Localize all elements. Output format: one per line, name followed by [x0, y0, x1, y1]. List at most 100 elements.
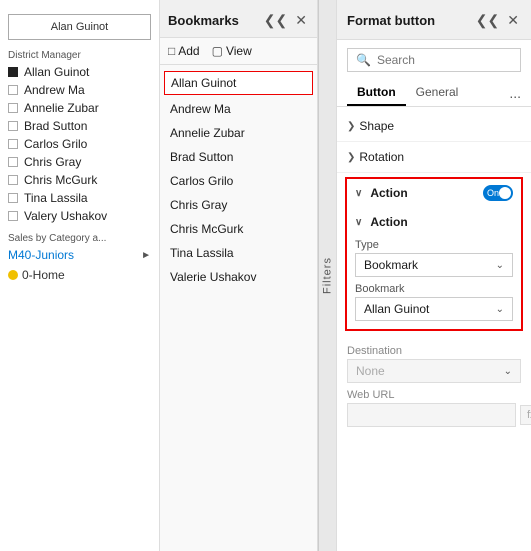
filters-sidebar[interactable]: Filters: [318, 0, 336, 551]
action-section-label: Action: [370, 186, 407, 200]
fx-button: fx: [520, 405, 531, 425]
district-name: Carlos Grilo: [24, 137, 87, 151]
bookmark-item-active[interactable]: Allan Guinot: [164, 71, 313, 95]
district-name: Brad Sutton: [24, 119, 87, 133]
district-checkbox[interactable]: [8, 193, 18, 203]
district-item-2[interactable]: Andrew Ma: [0, 81, 159, 99]
district-dot: [8, 67, 18, 77]
format-header-right: ❮❮ ✕: [474, 10, 521, 31]
format-title: Format button: [347, 13, 435, 28]
toggle-dot: [499, 187, 511, 199]
m40-row[interactable]: M40-Juniors ►: [0, 246, 159, 264]
tab-general[interactable]: General: [406, 80, 469, 106]
view-bookmark-button[interactable]: ▢ View: [212, 44, 252, 58]
district-name: Andrew Ma: [24, 83, 85, 97]
bookmarks-toolbar: □ Add ▢ View: [160, 38, 317, 65]
filter-box[interactable]: Alan Guinot: [8, 14, 151, 40]
district-checkbox[interactable]: [8, 157, 18, 167]
district-checkbox[interactable]: [8, 175, 18, 185]
district-name: Chris Gray: [24, 155, 81, 169]
view-label: View: [226, 44, 252, 58]
district-checkbox[interactable]: [8, 85, 18, 95]
destination-dropdown: None ⌄: [347, 359, 521, 383]
district-checkbox[interactable]: [8, 139, 18, 149]
bookmarks-header-right: ❮❮ ✕: [262, 10, 309, 31]
chevron-right-icon: ❯: [347, 121, 355, 132]
action-sub-header[interactable]: ∨ Action: [355, 211, 513, 233]
bookmark-field-label: Bookmark: [355, 283, 513, 295]
district-checkbox[interactable]: [8, 103, 18, 113]
destination-value: None: [356, 364, 385, 378]
chevron-down-icon: ⌄: [496, 304, 504, 315]
shape-label: Shape: [359, 119, 394, 133]
bookmark-item[interactable]: Chris Gray: [160, 193, 317, 217]
sales-label: Sales by Category a...: [0, 225, 159, 246]
district-item-6[interactable]: Chris Gray: [0, 153, 159, 171]
district-label: District Manager: [0, 46, 159, 63]
bookmark-dropdown[interactable]: Allan Guinot ⌄: [355, 297, 513, 321]
sections-list: ❯ Shape ❯ Rotation ∨ Action On ∨: [337, 107, 531, 551]
tab-button[interactable]: Button: [347, 80, 406, 106]
action-sub-label: Action: [370, 215, 407, 229]
weburl-row: fx: [347, 403, 521, 427]
bookmark-item[interactable]: Annelie Zubar: [160, 121, 317, 145]
rotation-label: Rotation: [359, 150, 404, 164]
district-item-1[interactable]: Allan Guinot: [0, 63, 159, 81]
m40-label: M40-Juniors: [8, 248, 74, 262]
toggle-on-label: On: [487, 188, 499, 198]
type-field-label: Type: [355, 239, 513, 251]
action-body: ∨ Action Type Bookmark ⌄ Bookmark Allan …: [347, 207, 521, 329]
destination-section: Destination None ⌄ Web URL fx: [337, 335, 531, 431]
district-name: Valery Ushakov: [24, 209, 107, 223]
district-name: Chris McGurk: [24, 173, 97, 187]
bookmark-item[interactable]: Valerie Ushakov: [160, 265, 317, 289]
bookmark-item[interactable]: Chris McGurk: [160, 217, 317, 241]
home-row[interactable]: 0-Home: [0, 264, 159, 286]
close-icon[interactable]: ✕: [293, 10, 309, 31]
action-toggle[interactable]: On: [483, 185, 513, 201]
chevron-left-icon[interactable]: ❮❮: [262, 10, 289, 31]
add-label: Add: [178, 44, 199, 58]
action-header-left: ∨ Action: [355, 186, 408, 200]
bookmark-item[interactable]: Tina Lassila: [160, 241, 317, 265]
tab-more-button[interactable]: ...: [509, 85, 521, 101]
chevron-down-icon: ∨: [355, 217, 362, 228]
home-dot: [8, 270, 18, 280]
shape-section[interactable]: ❯ Shape: [337, 111, 531, 142]
district-checkbox[interactable]: [8, 121, 18, 131]
bookmark-item[interactable]: Carlos Grilo: [160, 169, 317, 193]
search-box[interactable]: 🔍: [347, 48, 521, 72]
bookmarks-title: Bookmarks: [168, 13, 239, 28]
bookmark-item[interactable]: Brad Sutton: [160, 145, 317, 169]
search-input[interactable]: [377, 53, 531, 67]
format-panel: Format button ❮❮ ✕ 🔍 Button General ... …: [337, 0, 531, 551]
district-checkbox[interactable]: [8, 211, 18, 221]
bookmark-value: Allan Guinot: [364, 302, 429, 316]
chevron-down-icon: ⌄: [504, 366, 512, 377]
type-dropdown[interactable]: Bookmark ⌄: [355, 253, 513, 277]
search-icon: 🔍: [356, 53, 371, 67]
rotation-section[interactable]: ❯ Rotation: [337, 142, 531, 173]
chevron-down-icon: ⌄: [496, 260, 504, 271]
district-name: Tina Lassila: [24, 191, 88, 205]
district-item-3[interactable]: Annelie Zubar: [0, 99, 159, 117]
weburl-label: Web URL: [347, 389, 521, 401]
left-panel: Alan Guinot District Manager Allan Guino…: [0, 0, 160, 551]
tabs-row: Button General ...: [337, 80, 531, 107]
add-bookmark-button[interactable]: □ Add: [168, 44, 200, 58]
bookmarks-header: Bookmarks ❮❮ ✕: [160, 0, 317, 38]
close-format-icon[interactable]: ✕: [505, 10, 521, 31]
chevron-expand-icon[interactable]: ❮❮: [474, 10, 501, 31]
district-item-4[interactable]: Brad Sutton: [0, 117, 159, 135]
district-item-5[interactable]: Carlos Grilo: [0, 135, 159, 153]
district-item-7[interactable]: Chris McGurk: [0, 171, 159, 189]
bookmark-item[interactable]: Andrew Ma: [160, 97, 317, 121]
district-name: Allan Guinot: [24, 65, 89, 79]
district-name: Annelie Zubar: [24, 101, 99, 115]
district-item-9[interactable]: Valery Ushakov: [0, 207, 159, 225]
weburl-input: [347, 403, 516, 427]
district-item-8[interactable]: Tina Lassila: [0, 189, 159, 207]
chevron-down-icon: ∨: [355, 188, 362, 199]
destination-label: Destination: [347, 345, 521, 357]
action-header[interactable]: ∨ Action On: [347, 179, 521, 207]
